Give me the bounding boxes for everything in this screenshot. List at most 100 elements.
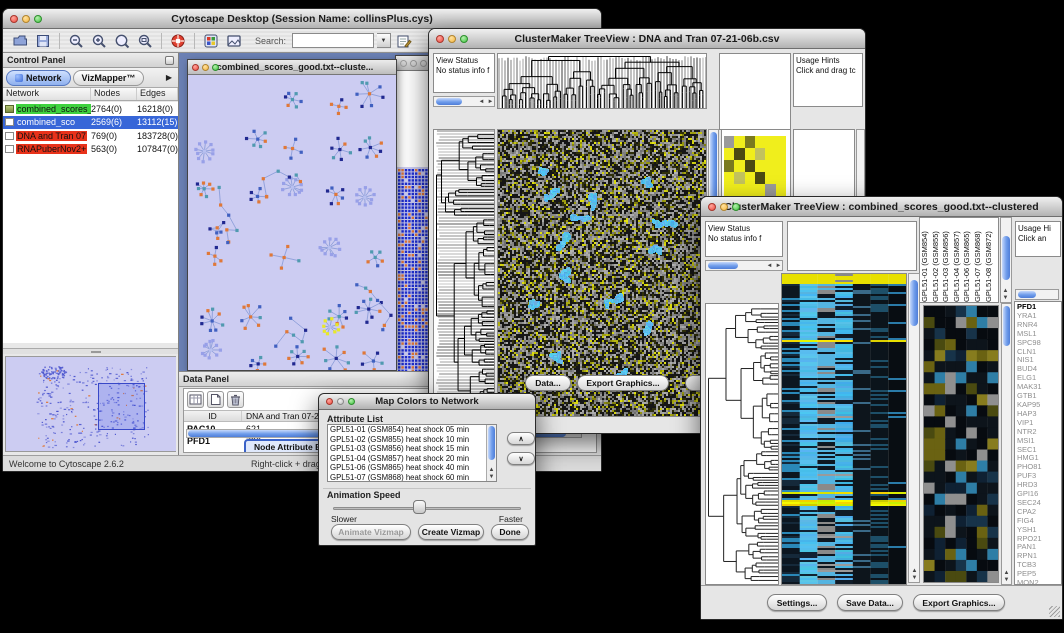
move-down-button[interactable]: ∨: [507, 452, 535, 465]
column-header[interactable]: Edges: [137, 88, 178, 100]
matrix-cell[interactable]: [734, 172, 744, 184]
delete-attribute-icon[interactable]: [227, 391, 244, 408]
panel-divider[interactable]: [3, 348, 178, 354]
close-button[interactable]: [192, 64, 199, 71]
heatmap-vscrollbar[interactable]: ▲ ▼: [908, 273, 920, 583]
matrix-cell[interactable]: [765, 148, 775, 160]
zoom-button[interactable]: [732, 203, 740, 211]
view-status-scrollbar[interactable]: ◄ ►: [705, 260, 783, 271]
minimize-button[interactable]: [448, 35, 456, 43]
select-attributes-icon[interactable]: [187, 391, 204, 408]
row-dendrogram-canvas[interactable]: [433, 129, 495, 417]
matrix-cell[interactable]: [776, 184, 786, 196]
usage-hints-scrollbar[interactable]: [1015, 289, 1059, 300]
scroll-up-icon[interactable]: ▲: [1001, 288, 1010, 294]
scroll-down-icon[interactable]: ▼: [487, 474, 496, 480]
move-up-button[interactable]: ∧: [507, 432, 535, 445]
matrix-cell[interactable]: [755, 184, 765, 196]
matrix-cell[interactable]: [755, 160, 765, 172]
matrix-cell[interactable]: [765, 136, 775, 148]
resize-grip[interactable]: [1049, 606, 1060, 617]
network-view-window[interactable]: combined_scores_good.txt--cluste...: [187, 59, 397, 371]
scrollbar-thumb[interactable]: [708, 262, 738, 269]
column-label[interactable]: GPL51-03 (GSM856): [941, 218, 952, 302]
column-label[interactable]: GPL51-04 (GSM857): [952, 218, 963, 302]
create-vizmap-button[interactable]: Create Vizmap: [418, 524, 484, 540]
heatmap-canvas[interactable]: [781, 273, 907, 585]
matrix-cell[interactable]: [734, 160, 744, 172]
close-button[interactable]: [10, 15, 18, 23]
column-label[interactable]: GPL51-02 (GSM855): [931, 218, 942, 302]
zoom-detail-canvas[interactable]: [923, 305, 999, 583]
close-button[interactable]: [400, 60, 407, 67]
scroll-left-icon[interactable]: ◄: [765, 263, 774, 269]
minimize-button[interactable]: [337, 398, 344, 405]
network-table-row[interactable]: DNA and Tran 07 769(0) 183728(0): [3, 129, 178, 143]
matrix-cell[interactable]: [734, 148, 744, 160]
help-icon[interactable]: [168, 31, 188, 51]
vizmapper-icon[interactable]: [201, 31, 221, 51]
slider-thumb[interactable]: [413, 500, 426, 514]
new-attribute-icon[interactable]: [207, 391, 224, 408]
save-session-icon[interactable]: [33, 31, 53, 51]
matrix-cell[interactable]: [745, 148, 755, 160]
scroll-right-icon[interactable]: ►: [774, 263, 783, 269]
tab-network[interactable]: Network: [6, 70, 71, 86]
attribute-item[interactable]: GPL51-06 (GSM865) heat shock 40 min: [328, 463, 486, 473]
attribute-item[interactable]: GPL51-04 (GSM857) heat shock 20 min: [328, 454, 486, 464]
scroll-up-icon[interactable]: ▲: [487, 467, 496, 473]
matrix-cell[interactable]: [724, 160, 734, 172]
settings-button[interactable]: Settings...: [767, 594, 827, 611]
scroll-down-icon[interactable]: ▼: [1002, 577, 1011, 583]
scroll-down-icon[interactable]: ▼: [1001, 295, 1010, 301]
matrix-cell[interactable]: [776, 172, 786, 184]
network-table-row[interactable]: combined_scores_ 2764(0) 16218(0): [3, 102, 178, 116]
matrix-cell[interactable]: [724, 172, 734, 184]
search-dropdown-icon[interactable]: ▼: [377, 33, 391, 48]
scroll-up-icon[interactable]: ▲: [910, 568, 919, 574]
matrix-cell[interactable]: [776, 160, 786, 172]
attribute-item[interactable]: GPL51-03 (GSM856) heat shock 15 min: [328, 444, 486, 454]
done-button[interactable]: Done: [491, 524, 529, 540]
matrix-cell[interactable]: [765, 160, 775, 172]
close-button[interactable]: [708, 203, 716, 211]
zoom-button[interactable]: [420, 60, 427, 67]
network-table-row[interactable]: RNAPuberNov2+ 563(0) 107847(0): [3, 143, 178, 157]
save-data-button[interactable]: Data...: [525, 375, 571, 391]
matrix-cell[interactable]: [745, 136, 755, 148]
snapshot-icon[interactable]: [224, 31, 244, 51]
matrix-cell[interactable]: [755, 148, 765, 160]
matrix-cell[interactable]: [776, 136, 786, 148]
minimize-button[interactable]: [410, 60, 417, 67]
column-dendrogram-canvas[interactable]: [497, 53, 707, 109]
zoom-out-icon[interactable]: [66, 31, 86, 51]
matrix-cell[interactable]: [724, 136, 734, 148]
scroll-left-icon[interactable]: ◄: [477, 99, 486, 105]
scrollbar-thumb[interactable]: [436, 98, 462, 105]
minimize-button[interactable]: [22, 15, 30, 23]
column-dendrogram-area[interactable]: [787, 221, 917, 271]
gene-list-scrollbar[interactable]: ▲ ▼: [1001, 303, 1012, 585]
minimize-button[interactable]: [202, 64, 209, 71]
matrix-cell[interactable]: [745, 172, 755, 184]
zoom-in-icon[interactable]: [89, 31, 109, 51]
attribute-item[interactable]: GPL51-02 (GSM855) heat shock 10 min: [328, 435, 486, 445]
column-label[interactable]: GPL51-07 (GSM868): [973, 218, 984, 302]
matrix-cell[interactable]: [745, 184, 755, 196]
matrix-cell[interactable]: [765, 184, 775, 196]
column-label[interactable]: GPL51-06 (GSM865): [962, 218, 973, 302]
scrollbar-thumb[interactable]: [1018, 291, 1036, 298]
float-panel-icon[interactable]: [165, 56, 174, 65]
network-table-row[interactable]: combined_sco 2569(6) 13112(15): [3, 116, 178, 130]
zoom-selected-icon[interactable]: [135, 31, 155, 51]
network-view-canvas[interactable]: [188, 75, 396, 370]
scrollbar-thumb[interactable]: [488, 426, 495, 460]
column-header[interactable]: Network: [3, 88, 91, 100]
row-dendrogram-canvas[interactable]: [705, 303, 779, 585]
zoom-fit-icon[interactable]: [112, 31, 132, 51]
zoom-button[interactable]: [212, 64, 219, 71]
matrix-cell[interactable]: [724, 148, 734, 160]
scroll-up-icon[interactable]: ▲: [1002, 570, 1011, 576]
matrix-cell[interactable]: [724, 184, 734, 196]
matrix-cell[interactable]: [765, 172, 775, 184]
